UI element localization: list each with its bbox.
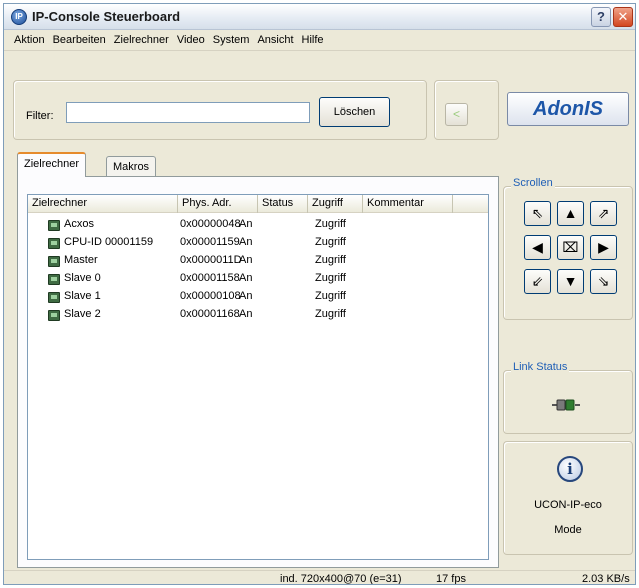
row-access: Zugriff [315, 272, 346, 284]
row-name: CPU-ID 00001159 [64, 236, 154, 248]
menu-bar: Aktion Bearbeiten Zielrechner Video System An… [4, 31, 635, 51]
device-mode: Mode [554, 524, 582, 536]
row-access: Zugriff [315, 236, 346, 248]
table-row[interactable]: Slave 0 0x00001158 An Zugriff [28, 271, 488, 289]
menu-system[interactable]: System [209, 31, 254, 49]
target-list[interactable]: Zielrechner Phys. Adr. Status Zugriff Ko… [27, 194, 489, 560]
main-window: IP IP-Console Steuerboard ? ✕ Aktion Bear… [3, 3, 636, 585]
help-button[interactable]: ? [591, 7, 611, 27]
filter-label: Filter: [26, 110, 54, 122]
scroll-left-button[interactable]: ◀ [524, 235, 551, 260]
menu-video[interactable]: Video [173, 31, 209, 49]
scroll-right-button[interactable]: ▶ [590, 235, 617, 260]
row-status: An [239, 218, 253, 230]
list-header: Zielrechner Phys. Adr. Status Zugriff Ko… [28, 195, 488, 213]
row-addr: 0x0000011D [180, 254, 242, 266]
row-addr: 0x00001168 [180, 308, 240, 320]
back-button[interactable]: < [445, 103, 468, 126]
app-icon: IP [11, 9, 27, 25]
computer-icon [48, 274, 60, 285]
clear-button[interactable]: Löschen [319, 97, 390, 127]
status-bar: ind. 720x400@70 (e=31) 17 fps 2.03 KB/s [4, 570, 635, 585]
row-status: An [239, 272, 253, 284]
col-phys-adr[interactable]: Phys. Adr. [178, 195, 258, 213]
status-rate: 2.03 KB/s [582, 573, 630, 585]
row-addr: 0x00001158 [180, 272, 240, 284]
row-name: Slave 0 [64, 272, 101, 284]
title-bar[interactable]: IP IP-Console Steuerboard ? ✕ [4, 4, 635, 30]
row-addr: 0x00000108 [180, 290, 241, 302]
table-row[interactable]: Slave 2 0x00001168 An Zugriff [28, 307, 488, 325]
col-zugriff[interactable]: Zugriff [308, 195, 363, 213]
row-status: An [239, 254, 253, 266]
tab-zielrechner[interactable]: Zielrechner [17, 152, 87, 177]
computer-icon [48, 220, 60, 231]
row-name: Acxos [64, 218, 94, 230]
scroll-down-left-button[interactable]: ⇙ [524, 269, 551, 294]
link-status-title: Link Status [511, 361, 570, 373]
row-access: Zugriff [315, 308, 346, 320]
row-access: Zugriff [315, 218, 346, 230]
tab-makros[interactable]: Makros [106, 156, 157, 178]
computer-icon [48, 292, 60, 303]
col-kommentar[interactable]: Kommentar [363, 195, 453, 213]
menu-ansicht[interactable]: Ansicht [253, 31, 297, 49]
filter-input[interactable] [66, 102, 310, 123]
adonis-logo: AdonIS [507, 92, 629, 126]
connector-icon [552, 399, 580, 411]
computer-icon [48, 238, 60, 249]
row-name: Slave 2 [64, 308, 101, 320]
scroll-center-button[interactable]: ⌧ [557, 235, 584, 260]
table-row[interactable]: Slave 1 0x00000108 An Zugriff [28, 289, 488, 307]
menu-bearbeiten[interactable]: Bearbeiten [49, 31, 110, 49]
row-name: Slave 1 [64, 290, 101, 302]
scroll-up-right-button[interactable]: ⇗ [590, 201, 617, 226]
col-status[interactable]: Status [258, 195, 308, 213]
row-status: An [239, 290, 253, 302]
window-title: IP-Console Steuerboard [32, 9, 181, 24]
col-zielrechner[interactable]: Zielrechner [28, 195, 178, 213]
close-button[interactable]: ✕ [613, 7, 633, 27]
computer-icon [48, 310, 60, 321]
menu-hilfe[interactable]: Hilfe [298, 31, 328, 49]
menu-aktion[interactable]: Aktion [10, 31, 49, 49]
tab-content: Zielrechner Phys. Adr. Status Zugriff Ko… [17, 176, 499, 568]
device-name: UCON-IP-eco [534, 499, 602, 511]
row-access: Zugriff [315, 254, 346, 266]
row-addr: 0x00000048 [180, 218, 241, 230]
menu-zielrechner[interactable]: Zielrechner [110, 31, 173, 49]
row-status: An [239, 236, 253, 248]
info-icon[interactable]: i [557, 456, 583, 482]
row-status: An [239, 308, 253, 320]
row-addr: 0x00001159 [180, 236, 240, 248]
scroll-title: Scrollen [511, 177, 555, 189]
row-name: Master [64, 254, 98, 266]
scroll-up-left-button[interactable]: ⇖ [524, 201, 551, 226]
computer-icon [48, 256, 60, 267]
status-video: ind. 720x400@70 (e=31) [280, 573, 402, 585]
row-access: Zugriff [315, 290, 346, 302]
scroll-down-button[interactable]: ▼ [557, 269, 584, 294]
table-row[interactable]: Master 0x0000011D An Zugriff [28, 253, 488, 271]
table-row[interactable]: Acxos 0x00000048 An Zugriff [28, 217, 488, 235]
table-row[interactable]: CPU-ID 00001159 0x00001159 An Zugriff [28, 235, 488, 253]
scroll-down-right-button[interactable]: ⇘ [590, 269, 617, 294]
scroll-up-button[interactable]: ▲ [557, 201, 584, 226]
status-fps: 17 fps [436, 573, 466, 585]
